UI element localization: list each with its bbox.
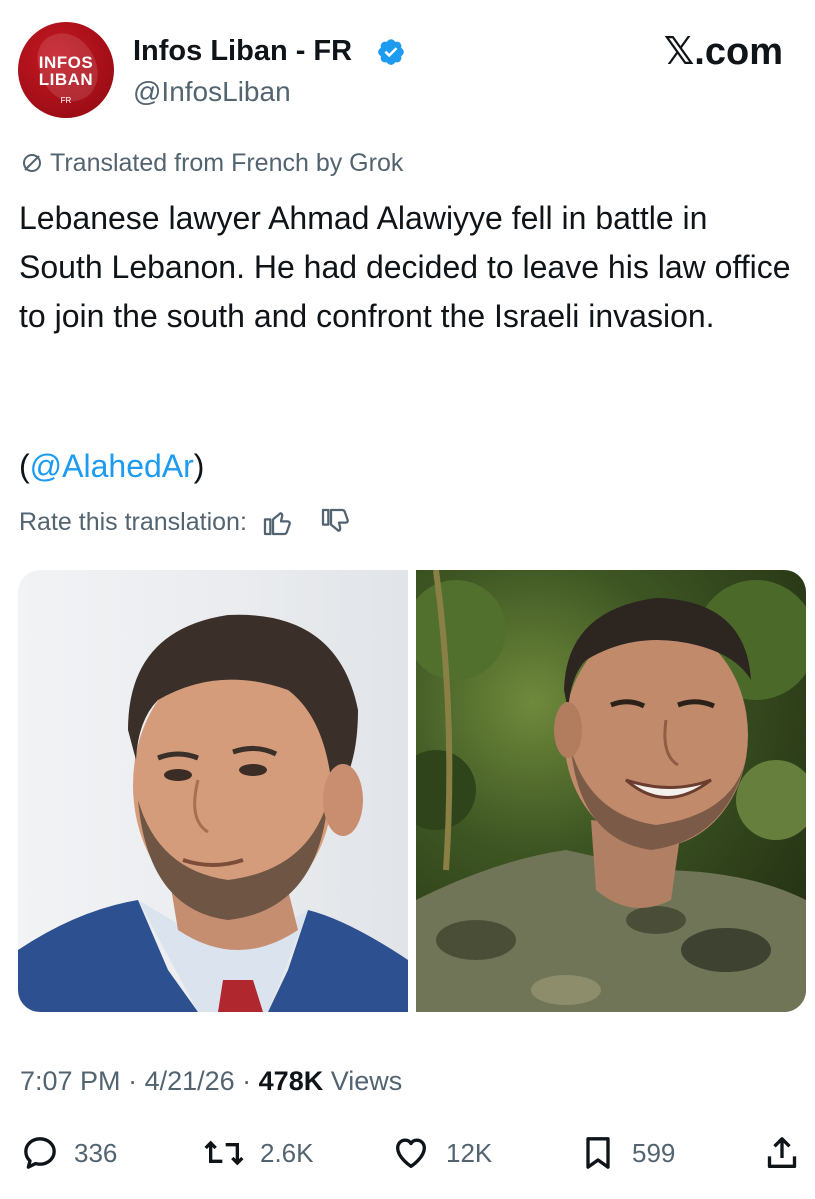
meta-separator: ·	[234, 1066, 259, 1096]
like-button[interactable]: 12K	[390, 1133, 492, 1173]
tweet-media[interactable]	[18, 570, 806, 1012]
repost-button[interactable]: 2.6K	[202, 1133, 314, 1173]
tweet-date[interactable]: 4/21/26	[145, 1066, 235, 1096]
x-com-watermark: 𝕏.com	[663, 31, 783, 73]
avatar-logo-line1: INFOS	[38, 53, 94, 72]
thumbs-up-icon[interactable]	[261, 506, 293, 538]
photo-portrait-camouflage[interactable]	[416, 570, 806, 1012]
tweet-meta: 7:07 PM · 4/21/26 · 478K Views	[20, 1063, 402, 1099]
photo-portrait-suit[interactable]	[18, 570, 408, 1012]
display-name[interactable]: Infos Liban - FR	[133, 33, 352, 69]
views-label: Views	[323, 1066, 403, 1096]
mention-open-paren: (	[19, 448, 30, 484]
avatar[interactable]: INFOS LIBAN FR	[18, 22, 114, 118]
avatar-logo-line3: FR	[60, 96, 72, 105]
translate-icon	[23, 154, 41, 172]
heart-icon	[396, 1138, 426, 1168]
thumbs-down-icon[interactable]	[319, 506, 351, 538]
portrait-suit-illustration	[18, 614, 408, 1012]
repost-count: 2.6K	[260, 1137, 314, 1168]
tweet-time[interactable]: 7:07 PM	[20, 1066, 121, 1096]
tweet-text: Lebanese lawyer Ahmad Alawiyye fell in b…	[19, 200, 791, 334]
avatar-logo-line2: LIBAN	[38, 70, 94, 89]
rate-translation: Rate this translation:	[19, 505, 351, 539]
verified-badge-icon	[378, 39, 404, 65]
share-button[interactable]	[762, 1133, 815, 1173]
mention-close-paren: )	[193, 448, 205, 484]
rate-translation-label: Rate this translation:	[19, 508, 247, 536]
translation-note-text: Translated from French by Grok	[50, 149, 404, 177]
photo-divider	[408, 570, 416, 1012]
meta-separator: ·	[120, 1066, 145, 1096]
reply-count: 336	[74, 1137, 118, 1168]
bookmark-button[interactable]: 599	[578, 1133, 675, 1173]
share-icon	[767, 1137, 797, 1168]
repost-icon	[204, 1140, 244, 1166]
translation-note: Translated from French by Grok	[20, 147, 403, 179]
reply-icon	[24, 1137, 56, 1169]
like-count: 12K	[446, 1137, 493, 1168]
reply-button[interactable]: 336	[20, 1133, 117, 1173]
views-count: 478K	[258, 1066, 324, 1096]
portrait-camouflage-illustration	[416, 570, 806, 1012]
bookmark-icon	[586, 1137, 610, 1169]
mention-line: (@AlahedAr)	[19, 442, 204, 491]
mention-link[interactable]: @AlahedAr	[30, 448, 194, 484]
user-handle[interactable]: @InfosLiban	[133, 75, 291, 109]
bookmark-count: 599	[632, 1137, 676, 1168]
